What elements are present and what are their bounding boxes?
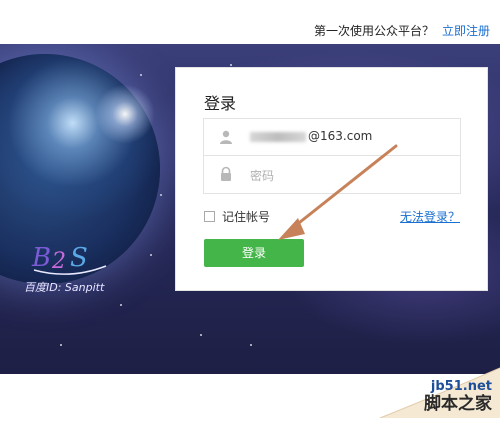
login-button[interactable]: 登录 [204,239,304,267]
watermark-text: 百度ID: Sanpitt [24,281,105,294]
register-link[interactable]: 立即注册 [442,22,490,39]
watermark-logo-icon: B 2 S [31,243,107,275]
login-card: 登录 @163.com 密码 记住帐号 无法登录？ 登录 [175,67,488,291]
corner-name-text: 脚本之家 [424,394,492,414]
account-field[interactable]: @163.com [203,118,461,156]
person-icon [220,130,232,144]
remember-account[interactable]: 记住帐号 [204,208,270,225]
svg-text:2: 2 [51,249,66,274]
remember-checkbox[interactable] [204,211,215,222]
redacted-username [250,131,306,142]
register-prompt: 第一次使用公众平台？ [313,24,434,38]
remember-label: 记住帐号 [222,210,271,224]
lock-icon [221,166,231,181]
login-title: 登录 [204,94,237,113]
cannot-login-link[interactable]: 无法登录？ [400,208,460,225]
svg-text:B: B [31,243,51,273]
planet-glow [95,84,155,144]
corner-watermark: jb51.net 脚本之家 [360,358,500,419]
password-field[interactable]: 密码 [203,156,461,194]
account-value: @163.com [250,129,372,143]
top-bar: 第一次使用公众平台？ 立即注册 [0,0,500,44]
password-placeholder: 密码 [250,169,275,183]
svg-text:S: S [70,243,88,273]
